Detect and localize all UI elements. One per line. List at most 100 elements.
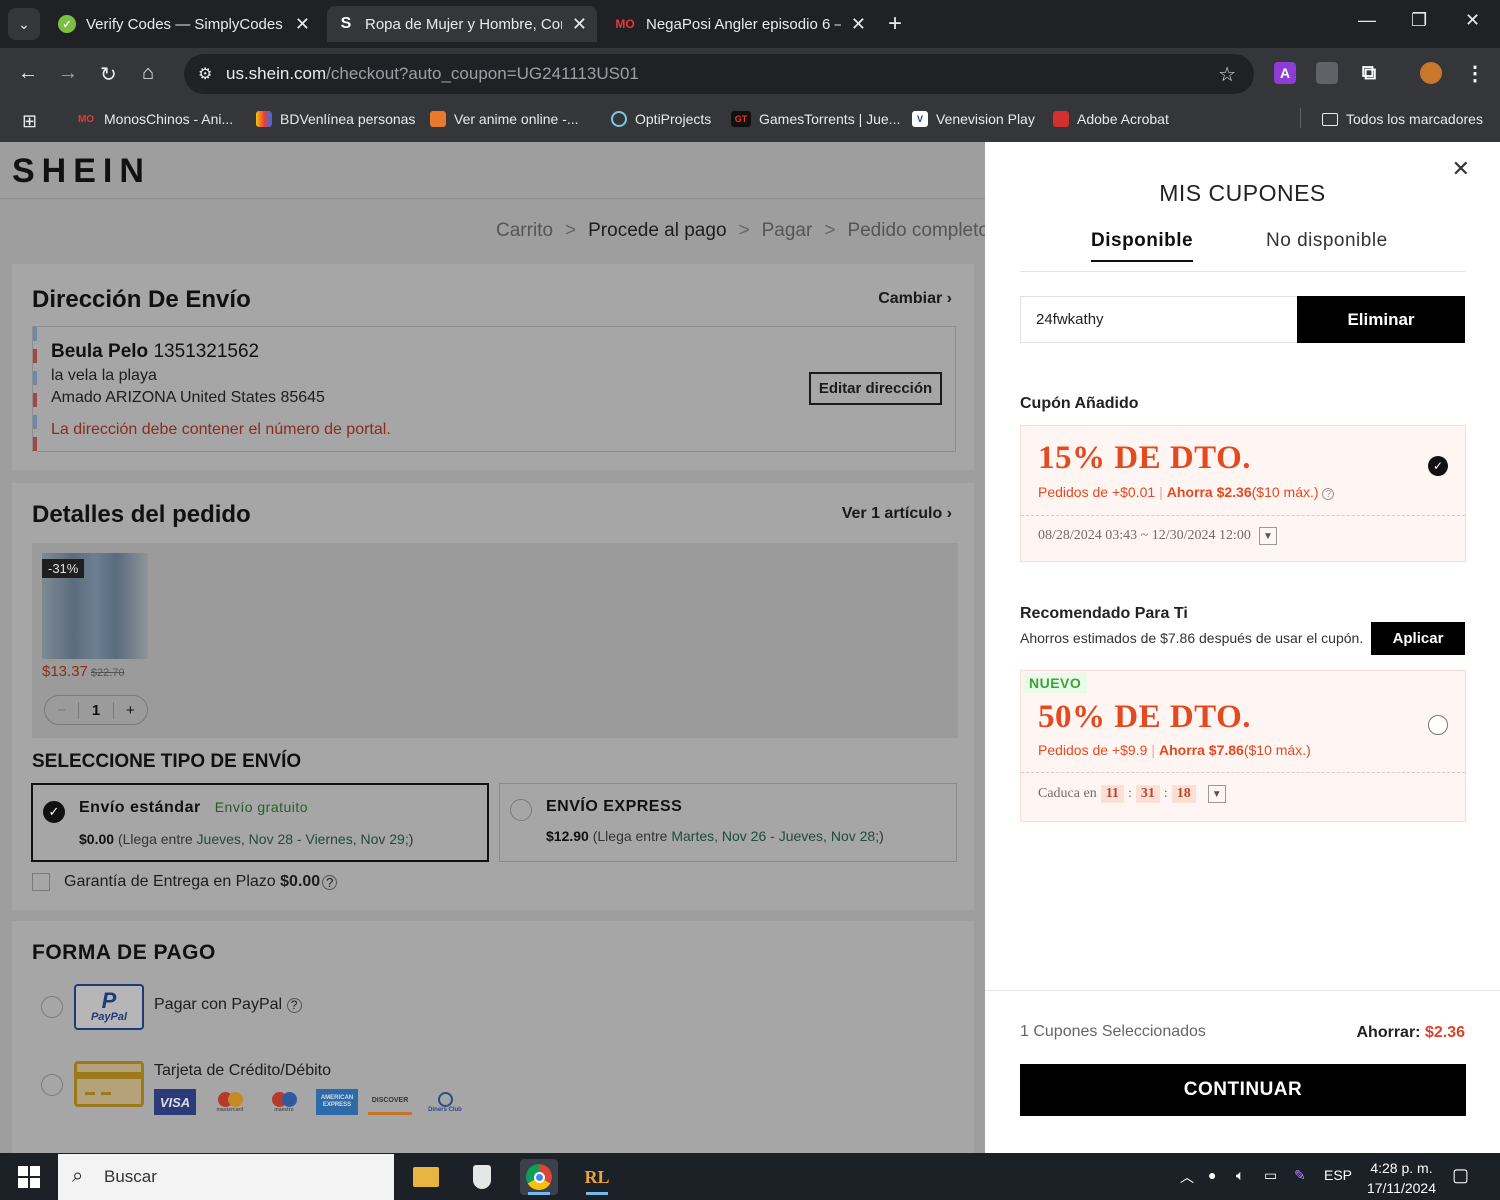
show-hidden-icons[interactable]: ︿ xyxy=(1180,1167,1194,1187)
paypal-option[interactable]: Pagar con PayPal ? xyxy=(154,996,302,1014)
chevron-down-icon[interactable]: ▼ xyxy=(1207,785,1226,803)
windows-start-icon[interactable] xyxy=(18,1166,40,1188)
address-line-1: la vela la playa xyxy=(51,367,157,384)
bookmark-monoschinos[interactable]: MO MonosChinos - Ani... xyxy=(76,111,233,127)
recommended-coupon-card[interactable]: NUEVO 50% DE DTO. Pedidos de +$9.9 | Ahorr… xyxy=(1020,670,1466,822)
coupon-conditions: Pedidos de +$9.9 | Ahorra $7.86($10 máx.) xyxy=(1038,742,1311,758)
coupon-radio[interactable] xyxy=(1428,715,1448,735)
help-icon[interactable]: ? xyxy=(1322,488,1335,500)
bookmark-label: MonosChinos - Ani... xyxy=(104,111,234,127)
taskbar-search[interactable]: ⌕ Buscar xyxy=(58,1154,394,1200)
change-address-link[interactable]: Cambiar › xyxy=(878,290,952,308)
extension-puzzle-game-icon[interactable] xyxy=(1316,62,1338,84)
product-list: -31% $13.37 $22.70 − 1 + xyxy=(32,543,958,738)
paypal-radio[interactable] xyxy=(41,996,63,1018)
kebab-menu-icon[interactable]: ⋮ xyxy=(1464,62,1486,85)
bookmark-label: OptiProjects xyxy=(635,111,712,127)
edit-address-button[interactable]: Editar dirección xyxy=(809,372,942,405)
breadcrumb: Carrito > Procede al pago > Pagar > Pedido com… xyxy=(496,220,985,242)
close-icon[interactable]: ✕ xyxy=(1452,156,1470,182)
countdown-seconds: 18 xyxy=(1171,785,1196,803)
close-tab-icon[interactable]: ✕ xyxy=(295,14,310,35)
bookmark-ver-anime[interactable]: Ver anime online -... xyxy=(430,111,579,127)
bookmark-adobe-acrobat[interactable]: Adobe Acrobat xyxy=(1053,111,1169,127)
quantity-stepper: − 1 + xyxy=(44,695,148,725)
forward-icon[interactable]: → xyxy=(58,62,78,85)
extension-a-icon[interactable]: A xyxy=(1274,62,1296,84)
address-bar[interactable]: ⚙ us.shein.com/checkout?auto_coupon=UG24… xyxy=(184,54,1254,94)
crumb-separator: > xyxy=(738,220,750,241)
added-coupon-card[interactable]: 15% DE DTO. Pedidos de +$0.01 | Ahorra $2.… xyxy=(1020,425,1466,562)
profile-avatar[interactable] xyxy=(1420,62,1442,84)
shein-logo[interactable]: SHEIN xyxy=(12,152,151,191)
help-icon[interactable]: ? xyxy=(286,997,302,1013)
qty-minus-button[interactable]: − xyxy=(45,702,78,719)
reload-icon[interactable]: ↻ xyxy=(100,62,117,87)
security-app-icon[interactable] xyxy=(463,1159,501,1195)
file-explorer-icon[interactable] xyxy=(407,1159,445,1195)
bookmark-star-icon[interactable]: ☆ xyxy=(1218,62,1236,87)
close-tab-icon[interactable]: ✕ xyxy=(851,14,866,35)
all-bookmarks-folder[interactable]: Todos los marcadores xyxy=(1322,111,1483,127)
chevron-down-icon[interactable]: ▼ xyxy=(1258,527,1277,545)
chrome-icon[interactable] xyxy=(520,1159,558,1195)
countdown-hours: 11 xyxy=(1100,785,1124,803)
bdv-icon xyxy=(256,111,272,127)
coupon-cap: ($10 máx.) xyxy=(1251,484,1319,500)
continue-button[interactable]: CONTINUAR xyxy=(1020,1064,1466,1116)
tab-negaposi[interactable]: MO NegaPosi Angler episodio 6 — ✕ xyxy=(604,6,876,42)
countdown-minutes: 31 xyxy=(1135,785,1160,803)
bookmark-label: GamesTorrents | Jue... xyxy=(759,111,901,127)
bookmark-venevision[interactable]: V Venevision Play xyxy=(912,111,1035,127)
minimize-icon[interactable]: — xyxy=(1358,10,1376,31)
selected-check-icon[interactable]: ✓ xyxy=(1428,456,1448,476)
tab-search-button[interactable]: ⌄ xyxy=(8,8,40,40)
card-radio[interactable] xyxy=(41,1074,63,1096)
help-icon[interactable]: ? xyxy=(322,874,338,890)
shipping-option-standard[interactable]: ✓ Envío estándar Envío gratuito $0.00 (Ll… xyxy=(31,783,489,862)
folder-icon xyxy=(1322,112,1338,126)
delivery-guarantee[interactable]: Garantía de Entrega en Plazo $0.00 ? xyxy=(32,873,338,891)
express-dates: Martes, Nov 26 - Jueves, Nov 28; xyxy=(671,828,880,844)
crumb-separator: > xyxy=(824,220,836,241)
apps-grid-icon[interactable]: ⊞ xyxy=(22,111,37,132)
coupon-code-input[interactable]: 24fwkathy xyxy=(1020,296,1297,343)
tab-available[interactable]: Disponible xyxy=(1091,230,1194,262)
pen-icon[interactable]: ✎ xyxy=(1294,1167,1306,1184)
view-items-link[interactable]: Ver 1 artículo › xyxy=(842,505,952,523)
radio-button[interactable] xyxy=(510,799,532,821)
back-icon[interactable]: ← xyxy=(18,62,38,85)
tab-verify-codes[interactable]: ✓ Verify Codes — SimplyCodes ✕ xyxy=(48,6,320,42)
home-icon[interactable]: ⌂ xyxy=(142,62,154,85)
tray-app-icon[interactable]: ● xyxy=(1208,1167,1216,1183)
bookmark-gamestorrents[interactable]: GT GamesTorrents | Jue... xyxy=(731,111,900,127)
language-indicator[interactable]: ESP xyxy=(1324,1167,1352,1183)
crumb-cart[interactable]: Carrito xyxy=(496,220,553,241)
extensions-icon[interactable]: ⧉ xyxy=(1358,62,1380,84)
tab-shein[interactable]: S Ropa de Mujer y Hombre, Comp ✕ xyxy=(327,6,597,42)
tab-unavailable[interactable]: No disponible xyxy=(1266,230,1388,260)
close-tab-icon[interactable]: ✕ xyxy=(572,14,587,35)
bookmark-bdv[interactable]: BDVenlínea personas xyxy=(256,111,415,127)
network-icon[interactable]: ▭ xyxy=(1264,1167,1277,1184)
diners-logo: Diners Club xyxy=(422,1089,468,1115)
rocket-league-icon[interactable]: RL xyxy=(578,1159,616,1195)
new-tab-button[interactable]: + xyxy=(888,10,902,38)
coupon-save: Ahorra $7.86 xyxy=(1159,742,1244,758)
notifications-icon[interactable]: ▢ xyxy=(1452,1165,1469,1186)
guarantee-checkbox[interactable] xyxy=(32,873,50,891)
remove-coupon-button[interactable]: Eliminar xyxy=(1297,296,1465,343)
check-icon[interactable]: ✓ xyxy=(43,801,65,823)
site-settings-icon[interactable]: ⚙ xyxy=(198,64,212,84)
card-label[interactable]: Tarjeta de Crédito/Débito xyxy=(154,1062,331,1080)
qty-value[interactable]: 1 xyxy=(78,701,114,719)
qty-plus-button[interactable]: + xyxy=(114,702,147,719)
close-window-icon[interactable]: ✕ xyxy=(1465,10,1480,31)
clock[interactable]: 4:28 p. m. 17/11/2024 xyxy=(1367,1158,1436,1198)
optiprojects-icon xyxy=(611,111,627,127)
volume-icon[interactable]: 🔈︎ xyxy=(1236,1167,1244,1184)
bookmark-optiprojects[interactable]: OptiProjects xyxy=(611,111,711,127)
apply-button[interactable]: Aplicar xyxy=(1371,622,1465,655)
restore-icon[interactable]: ❐ xyxy=(1411,10,1427,31)
shipping-option-express[interactable]: ENVÍO EXPRESS $12.90 (Llega entre Martes… xyxy=(499,783,957,862)
